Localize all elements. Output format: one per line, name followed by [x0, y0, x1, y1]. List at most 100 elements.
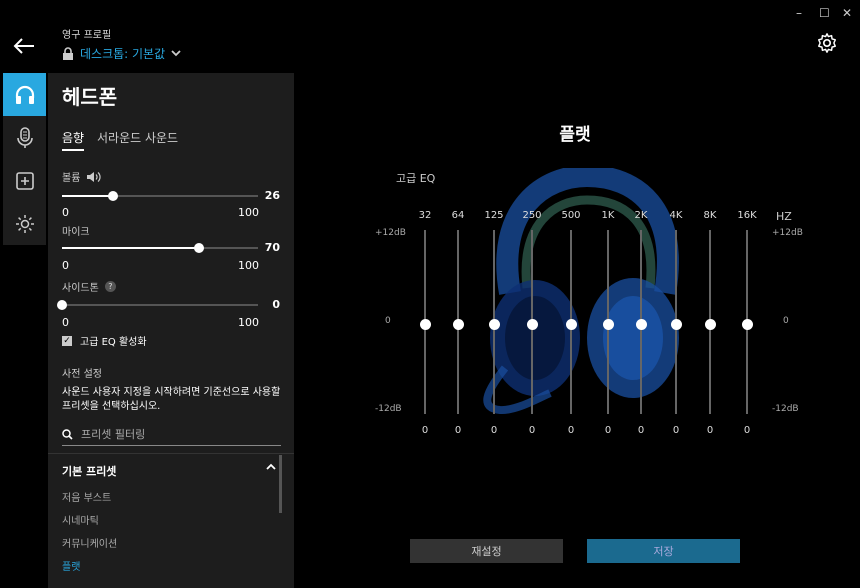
- eq-band-freq-label: 4K: [669, 210, 683, 221]
- advanced-eq-label: 고급 EQ 활성화: [80, 337, 147, 348]
- eq-band-knob[interactable]: [488, 318, 500, 330]
- eq-band-freq-label: 1K: [601, 210, 615, 221]
- sidetone-max: 100: [238, 316, 259, 329]
- chevron-down-icon: [171, 50, 181, 57]
- eq-band-value: 0: [672, 425, 680, 436]
- eq-band-knob[interactable]: [526, 318, 538, 330]
- sidebar-item-add[interactable]: [3, 159, 46, 202]
- sidebar-item-headphones[interactable]: [3, 73, 46, 116]
- preset-item-flat[interactable]: 플랫: [62, 558, 80, 573]
- hz-label: HZ: [776, 210, 792, 223]
- eq-band-freq-label: 32: [418, 210, 432, 221]
- eq-band-knob[interactable]: [741, 318, 753, 330]
- mic-max: 100: [238, 259, 259, 272]
- sidetone-slider[interactable]: [57, 300, 258, 310]
- microphone-icon: [16, 126, 33, 148]
- eq-title: 고급 EQ: [396, 172, 436, 185]
- headphones-icon: [15, 85, 34, 104]
- eq-band-freq-label: 250: [522, 210, 542, 221]
- eq-band-freq-label: 64: [451, 210, 465, 221]
- preset-title: 플랫: [559, 125, 591, 145]
- mic-slider-thumb[interactable]: [194, 243, 205, 253]
- eq-band-knob[interactable]: [704, 318, 716, 330]
- sidebar-item-lighting[interactable]: [3, 202, 46, 245]
- db-mid-left: 0: [385, 316, 391, 326]
- eq-band-value: 0: [567, 425, 575, 436]
- maximize-button[interactable]: ☐: [819, 6, 830, 20]
- gear-icon[interactable]: [816, 32, 838, 54]
- volume-slider[interactable]: [62, 191, 258, 201]
- preset-filter-input[interactable]: [81, 428, 261, 441]
- eq-band-knob[interactable]: [419, 318, 431, 330]
- sidetone-value: 0: [272, 298, 280, 311]
- eq-band-freq-label: 125: [484, 210, 504, 221]
- db-top-right: +12dB: [772, 228, 803, 238]
- mic-value: 70: [264, 241, 280, 254]
- eq-band-freq-label: 2K: [634, 210, 648, 221]
- eq-band-knob[interactable]: [602, 318, 614, 330]
- tab-sound[interactable]: 음향: [62, 129, 85, 151]
- group-title: 기본 프리셋: [62, 465, 117, 478]
- advanced-eq-checkbox[interactable]: ✓ 고급 EQ 활성화: [62, 333, 147, 348]
- add-square-icon: [15, 171, 34, 190]
- mic-min: 0: [62, 259, 69, 272]
- mic-slider[interactable]: [62, 243, 258, 253]
- search-icon: [62, 429, 73, 440]
- device-sidebar: [3, 73, 46, 245]
- sidetone-min: 0: [62, 316, 69, 329]
- eq-band-value: 0: [528, 425, 536, 436]
- speaker-icon: [87, 171, 101, 182]
- volume-min: 0: [62, 206, 69, 219]
- default-presets-group-header[interactable]: 기본 프리셋: [62, 463, 276, 479]
- sidetone-label-row: 사이드톤 ?: [62, 279, 116, 294]
- eq-band-freq-label: 16K: [737, 210, 757, 221]
- eq-band-knob[interactable]: [670, 318, 682, 330]
- close-button[interactable]: ✕: [842, 6, 852, 20]
- db-top-left: +12dB: [375, 228, 406, 238]
- eq-band-knob[interactable]: [565, 318, 577, 330]
- eq-band-freq-label: 8K: [703, 210, 717, 221]
- volume-slider-thumb[interactable]: [107, 191, 118, 201]
- eq-band-value: 0: [604, 425, 612, 436]
- mic-label: 마이크: [62, 227, 90, 238]
- minimize-button[interactable]: –: [796, 6, 802, 20]
- chevron-up-icon: [266, 463, 276, 470]
- preset-item-cinematic[interactable]: 시네마틱: [62, 512, 99, 527]
- sidetone-slider-thumb[interactable]: [57, 300, 67, 310]
- eq-band-knob[interactable]: [452, 318, 464, 330]
- presets-heading: 사전 설정: [62, 369, 102, 380]
- eq-band-value: 0: [454, 425, 462, 436]
- lighting-icon: [15, 214, 34, 233]
- volume-label: 볼륨: [62, 173, 81, 184]
- volume-max: 100: [238, 206, 259, 219]
- panel-title: 헤드폰: [62, 85, 118, 109]
- mic-label-row: 마이크: [62, 223, 90, 238]
- eq-band-value: 0: [421, 425, 429, 436]
- back-arrow-icon[interactable]: [12, 36, 36, 56]
- eq-band-freq-label: 500: [561, 210, 581, 221]
- help-icon[interactable]: ?: [104, 281, 116, 292]
- tab-surround-sound[interactable]: 서라운드 사운드: [97, 129, 178, 146]
- save-button[interactable]: 저장: [587, 539, 740, 563]
- headset-image: [483, 168, 679, 415]
- profile-value: 데스크톱: 기본값: [80, 47, 166, 61]
- preset-filter[interactable]: [62, 424, 281, 446]
- eq-band-knob[interactable]: [635, 318, 647, 330]
- preset-item-communication[interactable]: 커뮤니케이션: [62, 535, 117, 550]
- settings-panel: 헤드폰 음향 서라운드 사운드 볼륨 26 0 100 마이크 70 0 100…: [48, 73, 294, 588]
- checkbox-check-icon: ✓: [62, 335, 72, 346]
- preset-item-bass-boost[interactable]: 저음 부스트: [62, 489, 111, 504]
- profile-selector[interactable]: 데스크톱: 기본값: [62, 45, 181, 62]
- eq-band-value: 0: [490, 425, 498, 436]
- db-mid-right: 0: [783, 316, 789, 326]
- reset-button[interactable]: 재설정: [410, 539, 563, 563]
- divider: [48, 453, 294, 454]
- preset-list-scrollbar[interactable]: [279, 455, 282, 513]
- eq-band-value: 0: [706, 425, 714, 436]
- eq-band-value: 0: [637, 425, 645, 436]
- volume-label-row: 볼륨: [62, 169, 102, 184]
- db-bottom-right: -12dB: [772, 404, 799, 414]
- sidebar-item-microphone[interactable]: [3, 116, 46, 159]
- db-bottom-left: -12dB: [375, 404, 402, 414]
- profile-label: 영구 프로필: [62, 30, 112, 41]
